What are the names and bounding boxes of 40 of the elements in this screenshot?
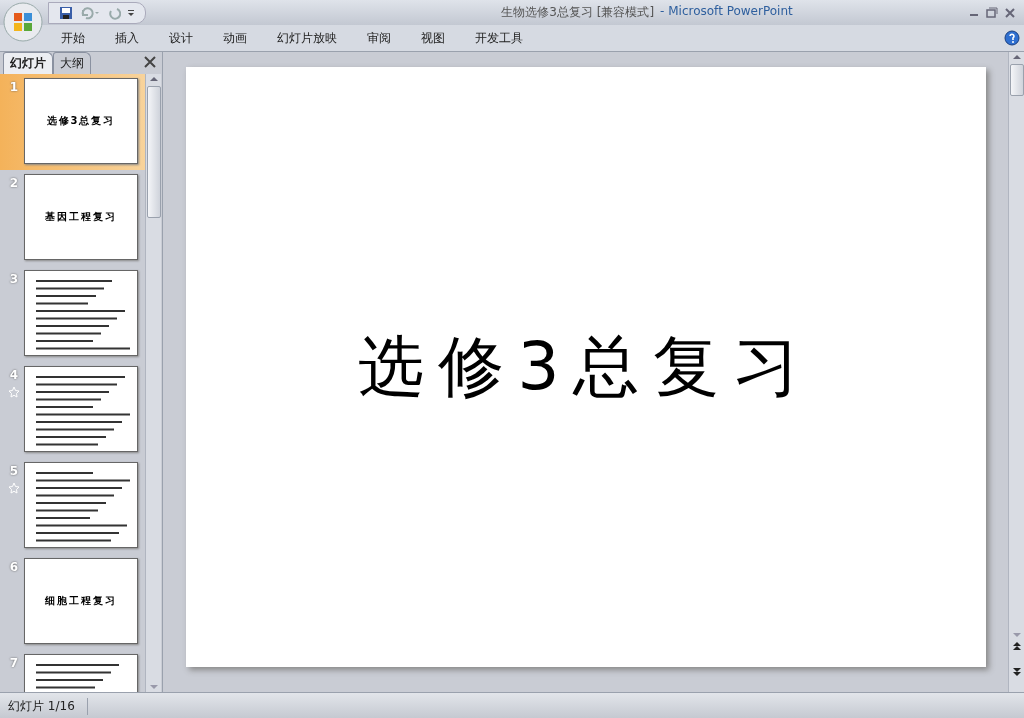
- slide-number: 4: [9, 368, 19, 382]
- slide-thumbnail-row[interactable]: 1 选修3总复习: [0, 74, 145, 170]
- ribbon-tab[interactable]: 视图: [421, 29, 445, 47]
- ribbon-tab[interactable]: 开发工具: [475, 29, 523, 47]
- slide-thumbnail[interactable]: [24, 462, 138, 548]
- ribbon-tab[interactable]: 审阅: [367, 29, 391, 47]
- close-icon[interactable]: [1004, 6, 1016, 19]
- help-icon[interactable]: [1004, 30, 1020, 46]
- slide-thumbnail[interactable]: 基因工程复习: [24, 174, 138, 260]
- slide-thumbnail-title: 选修3总复习: [46, 114, 116, 128]
- ribbon-tab[interactable]: 开始: [61, 29, 85, 47]
- app-name: - Microsoft PowerPoint: [660, 4, 793, 20]
- slide-thumbnail[interactable]: 选修3总复习: [24, 78, 138, 164]
- slide-thumbnail-row[interactable]: 6 细胞工程复习: [0, 554, 145, 650]
- slide-thumbnail-title: 细胞工程复习: [45, 594, 117, 608]
- ribbon-tab[interactable]: 设计: [169, 29, 193, 47]
- ribbon-tab[interactable]: 动画: [223, 29, 247, 47]
- ribbon-tab[interactable]: 幻灯片放映: [277, 29, 337, 47]
- customize-dropdown-icon[interactable]: [127, 7, 135, 18]
- scrollbar[interactable]: [145, 74, 161, 692]
- scroll-thumb[interactable]: [146, 86, 161, 218]
- restore-icon[interactable]: [986, 6, 998, 19]
- scroll-thumb[interactable]: [1009, 64, 1024, 96]
- slide-thumbnail[interactable]: [24, 270, 138, 356]
- slide-title: 选修3总复习: [357, 327, 814, 407]
- slide-number: 1: [9, 80, 19, 94]
- slide-thumbnail[interactable]: [24, 366, 138, 452]
- slide-number: 5: [9, 464, 19, 478]
- pane-tab[interactable]: 幻灯片: [3, 52, 53, 74]
- save-icon[interactable]: [59, 5, 73, 20]
- document-title: 生物选修3总复习 [兼容模式]: [501, 4, 655, 21]
- pane-tab[interactable]: 大纲: [53, 52, 91, 74]
- slide-thumbnail-title: 基因工程复习: [45, 210, 117, 224]
- slide-thumbnail[interactable]: 细胞工程复习: [24, 558, 138, 644]
- scroll-up-icon[interactable]: [148, 74, 159, 84]
- close-icon[interactable]: [144, 56, 156, 68]
- scrollbar[interactable]: [1008, 52, 1024, 692]
- ribbon-tab[interactable]: 插入: [115, 29, 139, 47]
- slide-counter: 幻灯片 1/16: [0, 697, 88, 715]
- slide-number: 6: [9, 560, 19, 574]
